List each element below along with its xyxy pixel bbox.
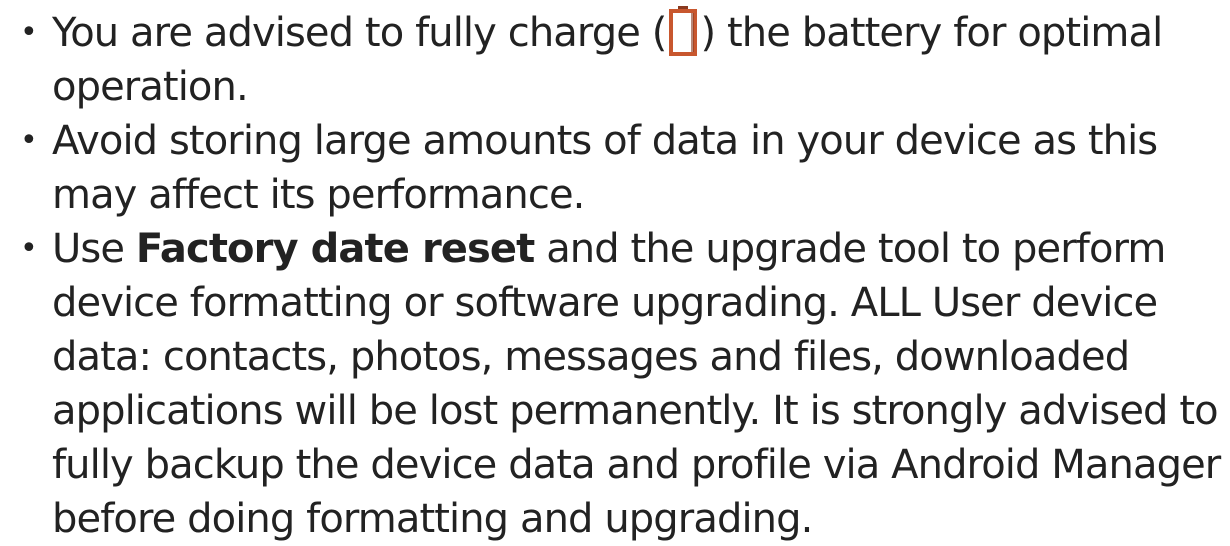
bullet: • — [20, 15, 38, 50]
tip-avoid-storing-data: • Avoid storing large amounts of data in … — [0, 114, 1230, 222]
tip-charge-battery: • You are advised to fully charge () the … — [0, 6, 1230, 114]
bullet: • — [20, 123, 38, 158]
bullet: • — [20, 231, 38, 266]
tip-factory-reset: • Use Factory date reset and the upgrade … — [0, 222, 1230, 546]
tip-text-before: Use — [52, 226, 136, 272]
battery-icon — [669, 6, 698, 56]
tip-text-after: and the upgrade tool to perform device f… — [52, 226, 1221, 542]
factory-reset-label: Factory date reset — [135, 226, 535, 272]
tip-text: Avoid storing large amounts of data in y… — [52, 118, 1158, 218]
tip-text-before: You are advised to fully charge ( — [52, 10, 667, 56]
tips-list: • You are advised to fully charge () the … — [0, 6, 1230, 546]
